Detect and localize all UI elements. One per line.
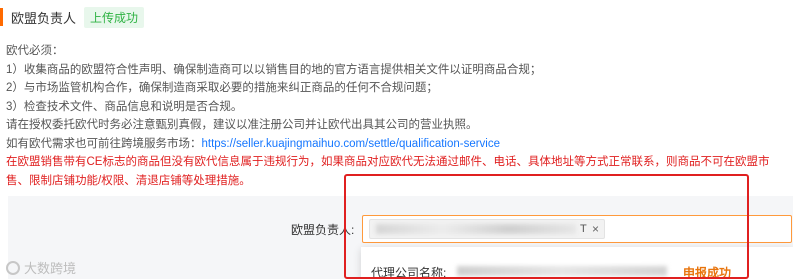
eu-rep-info-text: 欧代必须： 1）收集商品的欧盟符合性声明、确保制造商可以以销售目的地的官方语言提… [6,42,793,190]
info-line: 2）与市场监管机构合作，确保制造商采取必要的措施来纠正商品的任何不合规问题； [6,82,438,94]
info-line-prefix: 如有欧代需求也可前往跨境服务市场： [6,137,202,150]
section-title: 欧盟负责人 [11,10,77,26]
close-icon[interactable]: × [592,222,599,236]
section-header: 欧盟负责人 上传成功 [0,6,145,28]
info-line: 如有欧代需求也可前往跨境服务市场：https://seller.kuajingm… [6,135,793,154]
eu-rep-select[interactable]: T × [362,215,792,243]
warning-line: 在欧盟销售带有CE标志的商品但没有欧代信息属于违规行为，如果商品对应欧代无法通过… [6,156,770,168]
section-accent-bar [0,8,3,26]
service-market-link[interactable]: https://seller.kuajingmaihuo.com/settle/… [202,138,501,150]
agent-company-label: 代理公司名称: [371,266,447,279]
info-line: 请在授权委托欧代时务必注意甄别真假，建议以准注册公司并让欧代出具其公司的营业执照… [6,119,478,131]
redacted-company-name [376,224,576,234]
logo-text: 大数跨境 [24,261,77,276]
eu-rep-field-label: 欧盟负责人: [291,223,355,237]
info-line: 3）检查技术文件、商品信息和说明是否合规。 [6,100,243,113]
upload-status-badge: 上传成功 [84,6,145,28]
logo-icon [6,260,20,275]
redacted-agent-name [457,266,667,276]
info-line: 欧代必须： [6,45,64,57]
info-line: 1）收集商品的欧盟符合性声明、确保制造商可以以销售目的地的官方语言提供相关文件以… [6,63,542,76]
declare-success-status: 申报成功 [683,266,732,279]
chip-suffix: T [580,223,587,235]
warning-line: 售、限制店铺功能/权限、清退店铺等处理措施。 [6,174,251,187]
selected-rep-chip: T × [369,219,605,239]
rep-dropdown-menu: 代理公司名称: 申报成功 [361,247,793,279]
watermark-logo: 大数跨境 [6,258,76,277]
